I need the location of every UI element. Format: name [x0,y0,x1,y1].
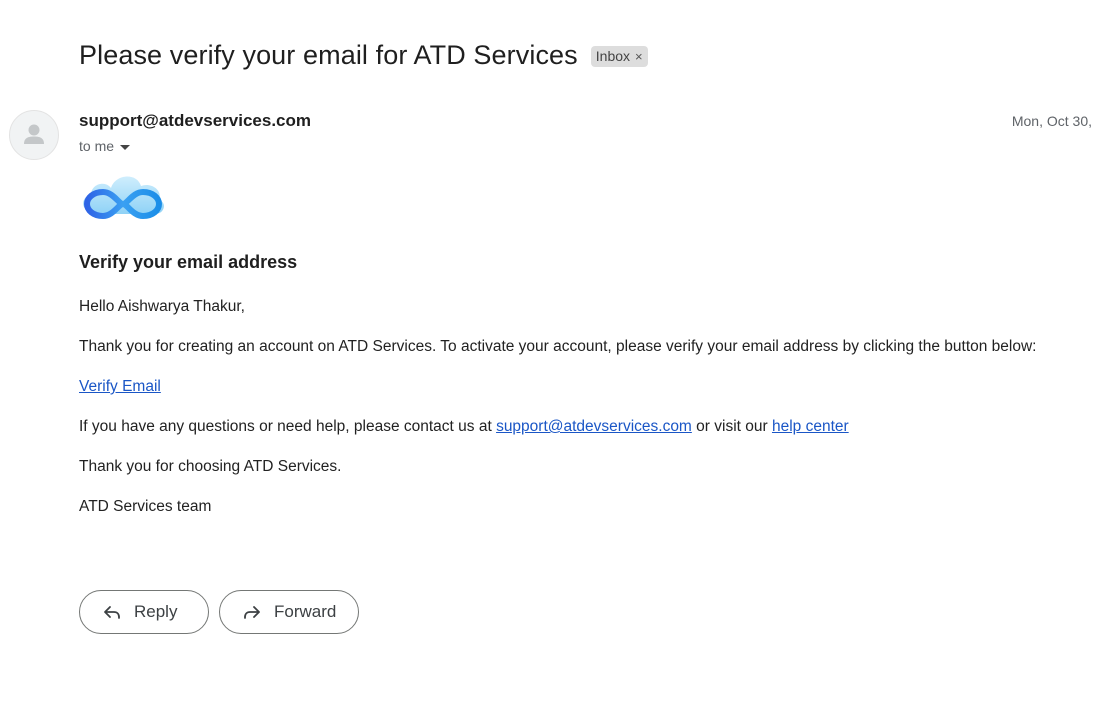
sender-avatar[interactable] [9,110,59,160]
forward-button[interactable]: Forward [219,590,359,634]
forward-label: Forward [274,602,337,621]
recipient-row: to me [79,138,131,154]
sender-email[interactable]: support@atdevservices.com [79,111,311,131]
greeting-text: Hello Aishwarya Thakur, [79,298,245,315]
help-prefix-text: If you have any questions or need help, … [79,418,497,435]
help-center-link[interactable]: help center [772,418,849,435]
email-date: Mon, Oct 30, [1011,113,1092,129]
forward-icon [244,606,260,619]
recipient-text: to me [79,138,115,154]
support-email-link[interactable]: support@atdevservices.com [496,418,692,435]
reply-icon [104,606,120,619]
help-middle-text: or visit our [691,418,772,435]
action-buttons: Reply Forward [79,590,359,634]
intro-text: Thank you for creating an account on ATD… [79,338,1037,355]
infinity-cloud-logo [79,168,167,228]
signature-text: ATD Services team [79,498,212,515]
label-chip-text: Inbox [595,48,631,64]
email-subject: Please verify your email for ATD Service… [79,40,578,70]
reply-label: Reply [134,602,178,621]
chevron-down-icon[interactable] [120,144,131,150]
verify-paragraph: Verify Email [79,378,1089,396]
thanks-text: Thank you for choosing ATD Services. [79,458,342,475]
inbox-label-chip[interactable]: Inbox × [590,46,648,67]
email-body: Verify your email address Hello Aishwary… [79,252,1089,538]
reply-button[interactable]: Reply [79,590,209,634]
verify-email-link[interactable]: Verify Email [79,378,161,395]
remove-label-icon[interactable]: × [635,49,643,64]
person-icon [24,124,44,144]
help-paragraph: If you have any questions or need help, … [79,418,1089,436]
subject-row: Please verify your email for ATD Service… [79,40,648,71]
body-heading: Verify your email address [79,252,298,272]
